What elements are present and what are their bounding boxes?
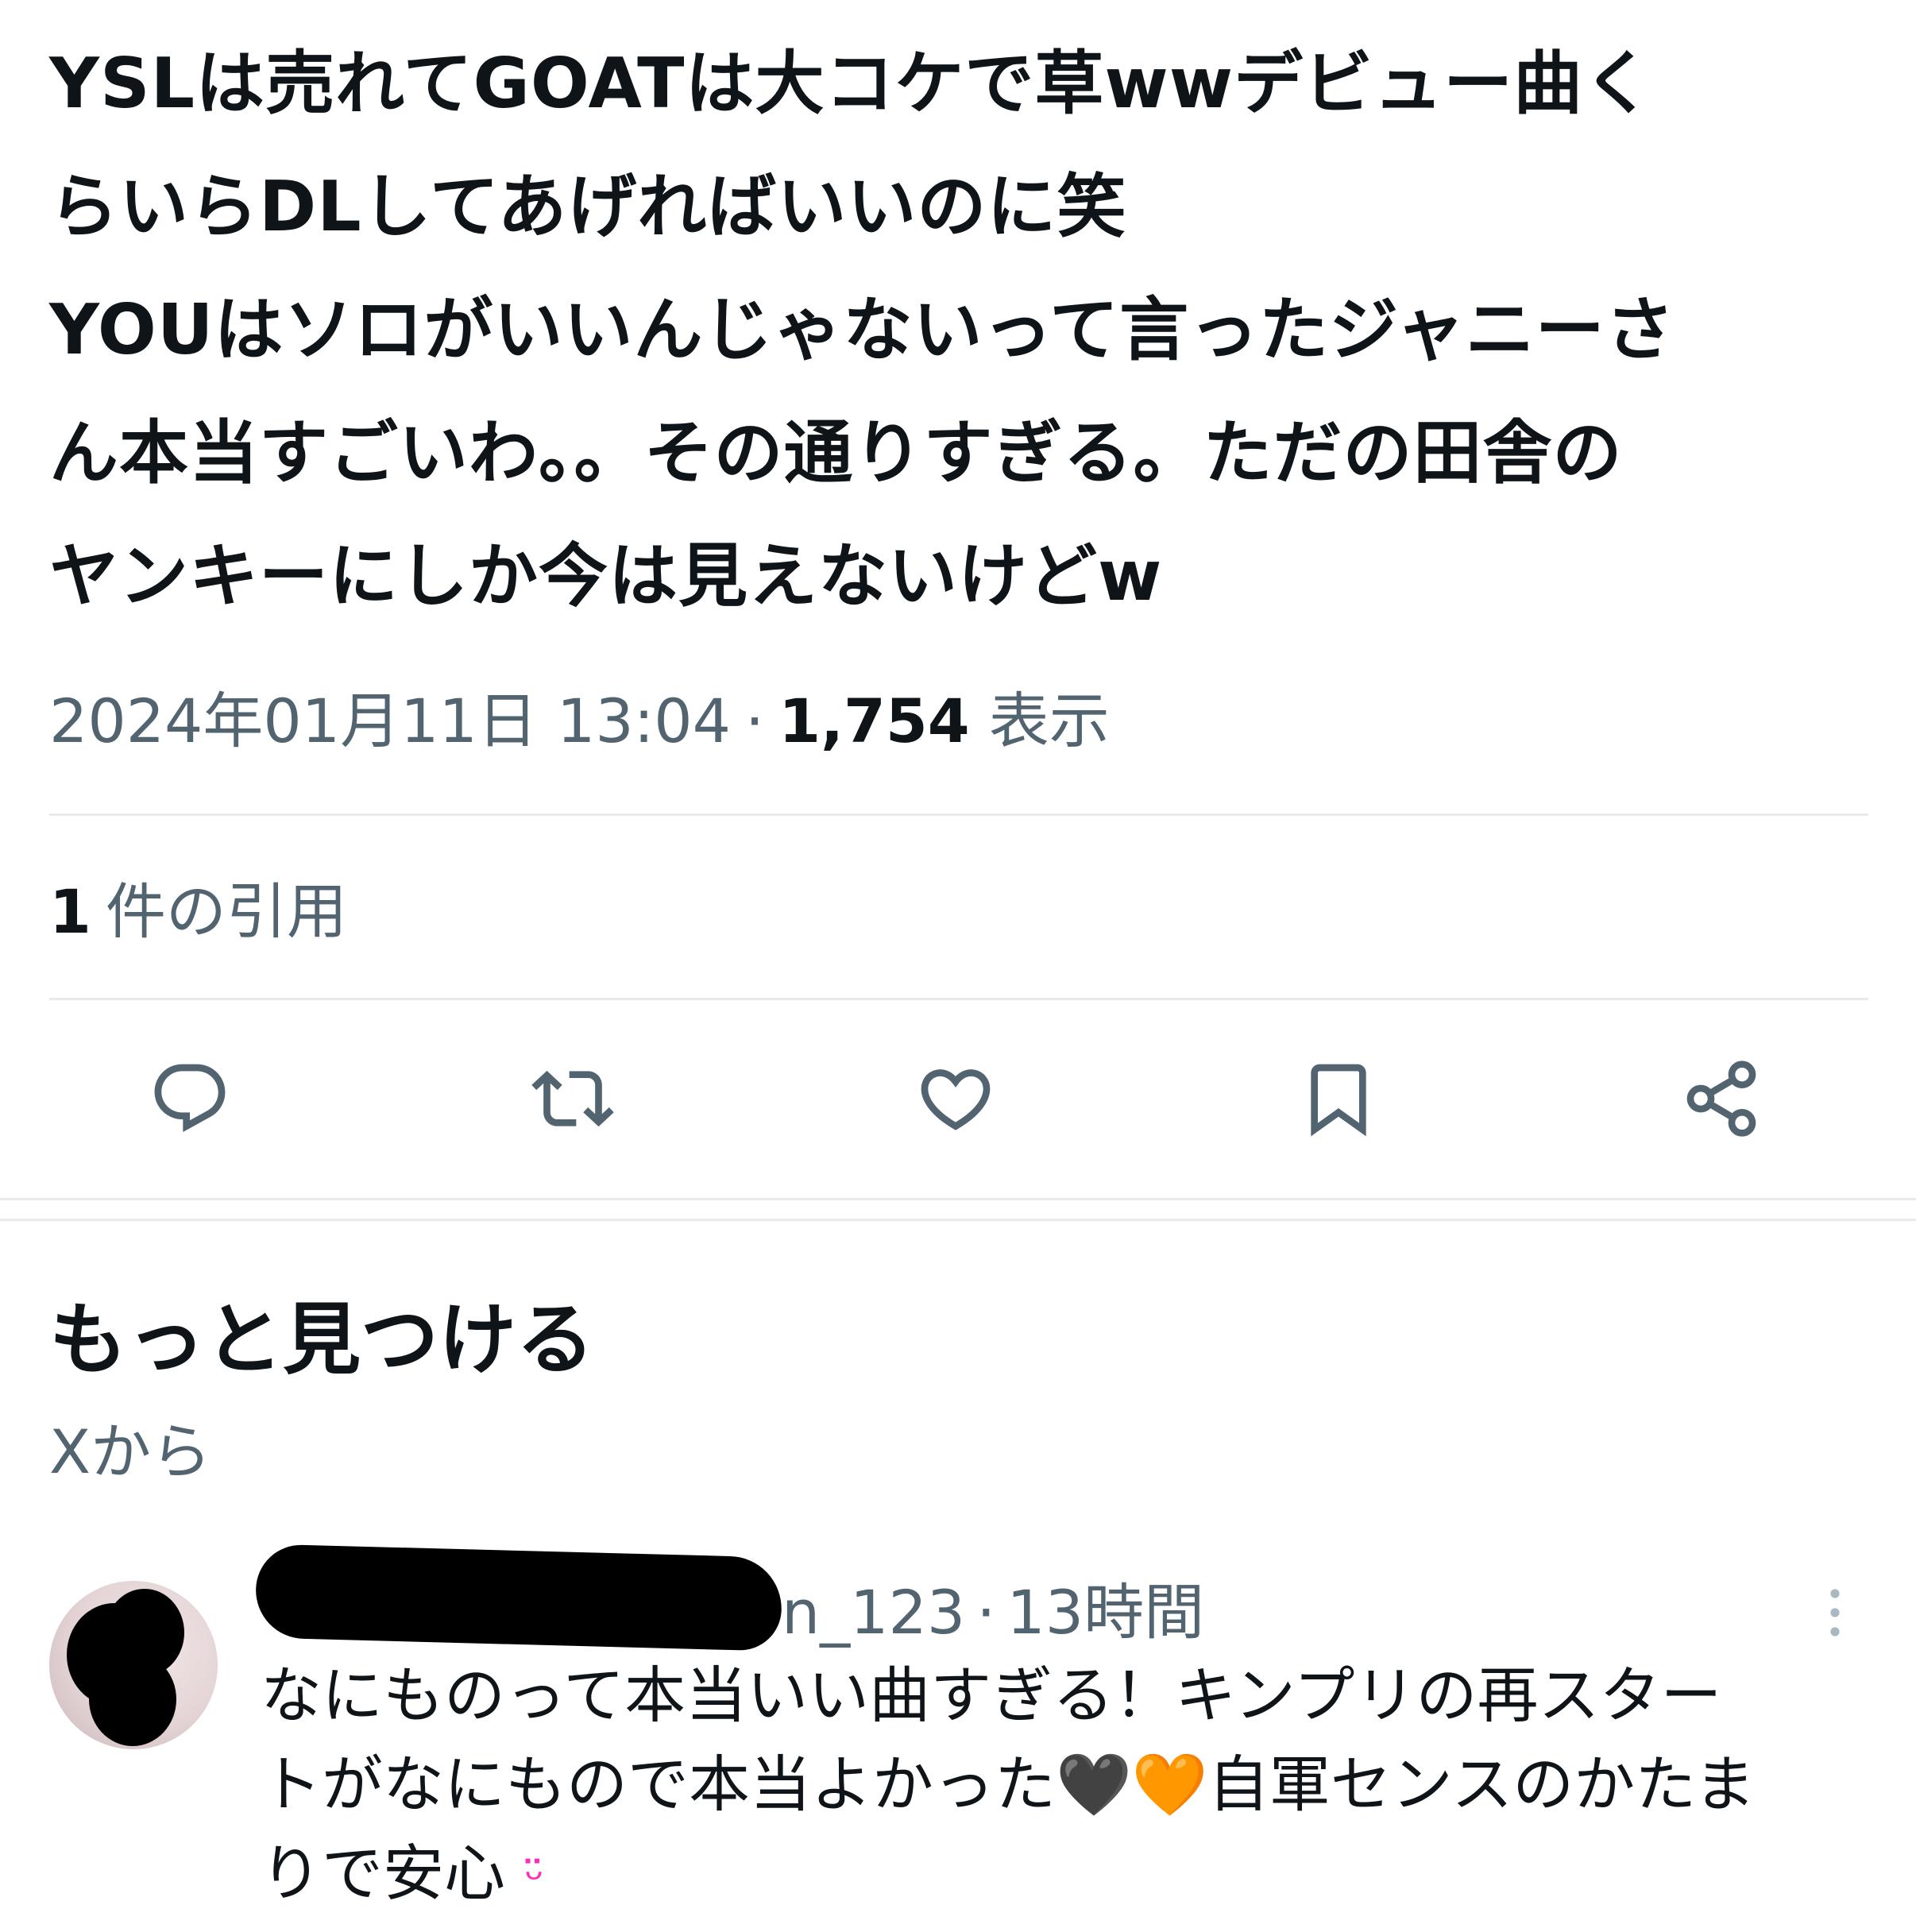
post-text-segment: りで安心 bbox=[261, 1839, 505, 1910]
tweet-action-bar bbox=[0, 1047, 1916, 1150]
quotes-link[interactable]: 1 件の引用 bbox=[49, 872, 347, 952]
avatar[interactable] bbox=[49, 1581, 218, 1749]
divider bbox=[49, 998, 1868, 1000]
orange-heart-emoji: 🧡 bbox=[1131, 1750, 1208, 1821]
quotes-count: 1 bbox=[49, 876, 91, 947]
share-button[interactable] bbox=[1670, 1047, 1773, 1150]
black-heart-emoji: 🖤 bbox=[1056, 1750, 1132, 1821]
like-button[interactable] bbox=[904, 1047, 1007, 1150]
section-divider bbox=[0, 1219, 1916, 1221]
bookmark-icon bbox=[1311, 1064, 1366, 1137]
more-options-button[interactable] bbox=[1819, 1581, 1851, 1644]
share-icon bbox=[1686, 1061, 1756, 1137]
tweet-text-line: ん本当すごいわ。。その通りすぎる。ただの田舎の bbox=[49, 412, 1623, 493]
heart-icon bbox=[921, 1069, 991, 1130]
discover-subtitle: Xから bbox=[49, 1416, 212, 1487]
tweet-detail-page: YSLは売れてGOATは大コケで草wwデビュー曲く らいらDLしてあげればいいの… bbox=[0, 0, 1916, 1932]
post-header: n_123 · 13時間 bbox=[782, 1573, 1204, 1652]
post-separator: · bbox=[976, 1577, 996, 1648]
retweet-button[interactable] bbox=[521, 1047, 624, 1150]
tweet-text-line: らいらDLしてあげればいいのに笑 bbox=[49, 166, 1127, 247]
post-time[interactable]: 13時間 bbox=[1006, 1577, 1204, 1648]
post-text: なにものって本当いい曲すぎる！キンプリの再スター トがなにもので本当よかった🖤🧡… bbox=[261, 1652, 1897, 1923]
section-divider bbox=[0, 1198, 1916, 1200]
divider bbox=[49, 813, 1868, 816]
post-text-line: りで安心 ᵕ̈ bbox=[261, 1830, 1897, 1923]
avatar-redaction bbox=[89, 1652, 176, 1746]
post-text-segment: 自軍センスのかたま bbox=[1207, 1750, 1756, 1821]
meta-separator: · bbox=[745, 686, 765, 756]
display-name-redaction bbox=[254, 1544, 783, 1652]
post-text-line: トがなにもので本当よかった🖤🧡自軍センスのかたま bbox=[261, 1741, 1897, 1830]
tweet-text-line: YSLは売れてGOATは大コケで草wwデビュー曲く bbox=[49, 43, 1654, 124]
pink-heart-emoji: ᵕ̈ bbox=[524, 1851, 545, 1907]
post-handle[interactable]: n_123 bbox=[782, 1577, 965, 1648]
retweet-icon bbox=[531, 1070, 614, 1127]
post-text-segment: トがなにもので本当よかった bbox=[261, 1750, 1056, 1821]
more-vertical-icon bbox=[1830, 1589, 1840, 1636]
tweet-meta: 2024年01月11日 13:04 · 1,754 表示 bbox=[49, 682, 1110, 761]
quotes-label: 件の引用 bbox=[105, 876, 347, 947]
tweet-text-line: YOUはソロがいいんじゃないって言ったジャニーさ bbox=[49, 289, 1675, 370]
reply-button[interactable] bbox=[138, 1047, 241, 1150]
tweet-text-line: ヤンキーにしか今は見えないけどw bbox=[49, 535, 1163, 616]
views-count: 1,754 bbox=[778, 686, 970, 756]
tweet-text: YSLは売れてGOATは大コケで草wwデビュー曲く らいらDLしてあげればいいの… bbox=[49, 22, 1868, 638]
tweet-timestamp[interactable]: 2024年01月11日 13:04 bbox=[49, 686, 731, 756]
post-text-line: なにものって本当いい曲すぎる！キンプリの再スター bbox=[261, 1661, 1722, 1732]
bookmark-button[interactable] bbox=[1287, 1047, 1390, 1150]
views-label: 表示 bbox=[988, 686, 1110, 756]
discover-title: もっと見つける bbox=[49, 1295, 595, 1385]
reply-icon bbox=[154, 1064, 226, 1133]
